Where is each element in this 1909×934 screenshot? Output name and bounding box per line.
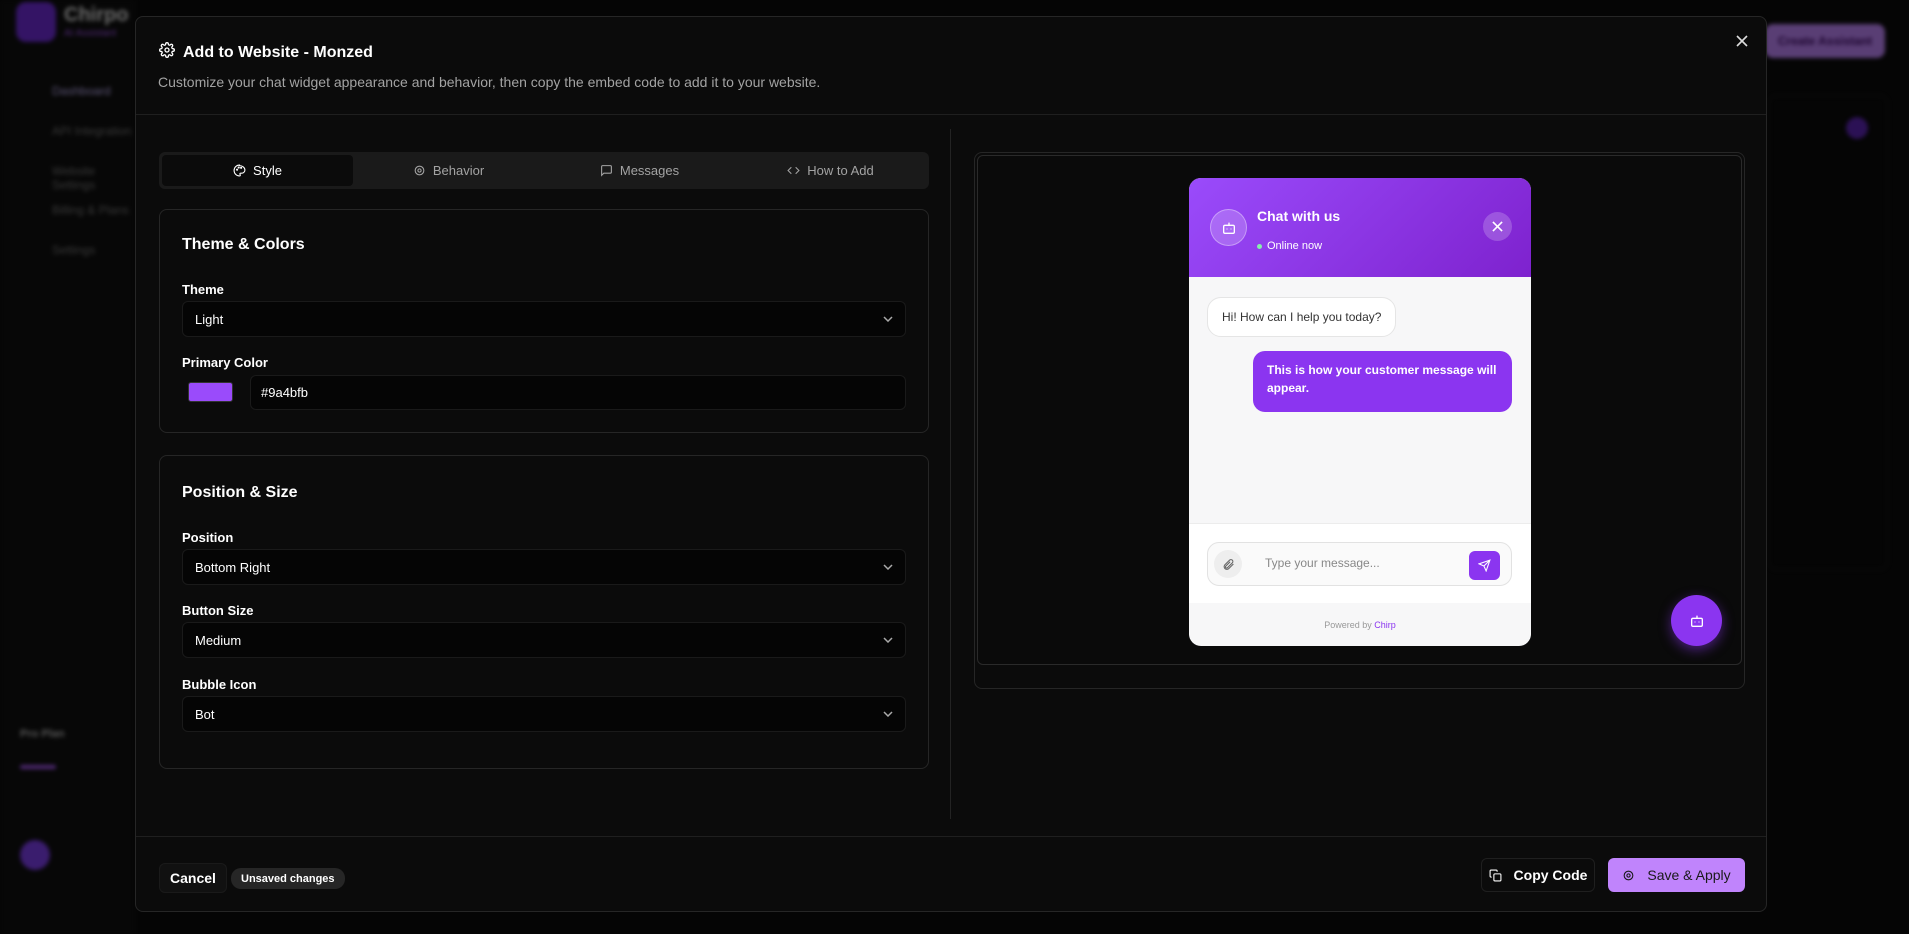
copy-code-button[interactable]: Copy Code — [1481, 858, 1595, 892]
position-label: Position — [182, 530, 234, 545]
tab-messages[interactable]: Messages — [544, 155, 735, 186]
primary-color-label: Primary Color — [182, 355, 268, 370]
button-size-select[interactable]: Medium — [182, 622, 906, 658]
tab-behavior[interactable]: Behavior — [353, 155, 544, 186]
bot-message: Hi! How can I help you today? — [1207, 297, 1397, 337]
color-swatch[interactable] — [188, 382, 233, 402]
dialog-header: Add to Website - Monzed Customize your c… — [136, 17, 1766, 115]
bot-avatar — [1210, 209, 1247, 246]
app-logo — [16, 2, 56, 42]
theme-value: Light — [195, 311, 224, 327]
card-title: Position & Size — [182, 484, 298, 501]
gear-icon — [159, 42, 175, 63]
send-button[interactable] — [1469, 551, 1500, 580]
cancel-button[interactable]: Cancel — [159, 863, 227, 893]
powered-prefix: Powered by — [1324, 620, 1372, 630]
save-apply-label: Save & Apply — [1647, 867, 1731, 883]
powered-brand: Chirp — [1374, 620, 1396, 630]
bubble-icon-select[interactable]: Bot — [182, 696, 906, 732]
widget-preview-panel: Chat with us Online now Hi! How can I he… — [974, 152, 1745, 689]
widget-message-input[interactable]: Type your message... — [1207, 542, 1512, 586]
dialog-description: Customize your chat widget appearance an… — [158, 74, 821, 90]
gear-icon — [1623, 870, 1634, 880]
widget-title: Chat with us — [1257, 208, 1341, 224]
message-icon — [600, 165, 612, 177]
paperclip-icon — [1223, 558, 1234, 570]
position-select[interactable]: Bottom Right — [182, 549, 906, 585]
theme-select[interactable]: Light — [182, 301, 906, 337]
chevron-down-icon — [883, 564, 893, 570]
theme-colors-card: Theme & Colors Theme Light Primary Color — [159, 209, 929, 433]
save-apply-button[interactable]: Save & Apply — [1608, 858, 1745, 892]
widget-header: Chat with us Online now — [1189, 178, 1531, 277]
online-status: Online now — [1257, 240, 1322, 252]
dialog-title: Add to Website - Monzed — [183, 43, 373, 61]
user-message: This is how your customer message will a… — [1253, 351, 1512, 412]
send-icon — [1478, 559, 1491, 572]
background-sidebar: Chirpo AI Assistant Dashboard API Integr… — [0, 0, 135, 934]
chevron-down-icon — [883, 637, 893, 643]
button-size-value: Medium — [195, 632, 242, 648]
copy-icon — [1489, 869, 1502, 881]
gear-icon — [414, 165, 425, 176]
tab-label: Style — [253, 163, 282, 178]
app-brand: Chirpo — [64, 4, 129, 26]
position-value: Bottom Right — [195, 559, 271, 575]
dialog-footer: Cancel Unsaved changes Copy Code Save & … — [136, 836, 1766, 912]
widget-close-button[interactable] — [1483, 212, 1512, 241]
bot-icon — [1690, 615, 1703, 627]
sidebar-item-website: Website Settings — [52, 164, 96, 192]
powered-by: Powered by Chirp — [1189, 620, 1531, 630]
tab-label: Messages — [619, 163, 680, 178]
bot-icon — [1222, 222, 1235, 234]
create-assistant-button: Create Assistant — [1765, 24, 1885, 58]
card-title: Theme & Colors — [182, 236, 305, 253]
tab-label: Behavior — [432, 163, 485, 178]
close-icon — [1736, 35, 1748, 47]
settings-tabs: Style Behavior Messages How to Add — [159, 152, 929, 189]
sidebar-item-billing: Billing & Plans — [52, 203, 129, 217]
sidebar-item-api: API Integration — [52, 124, 132, 138]
status-text: Online now — [1267, 240, 1323, 252]
chevron-down-icon — [883, 711, 893, 717]
primary-color-input[interactable] — [250, 375, 906, 410]
attach-button[interactable] — [1214, 550, 1242, 578]
copy-code-label: Copy Code — [1513, 867, 1588, 883]
bubble-icon-value: Bot — [195, 706, 215, 722]
palette-icon — [233, 164, 246, 177]
chat-widget-preview: Chat with us Online now Hi! How can I he… — [1189, 178, 1531, 646]
tab-label: How to Add — [807, 163, 874, 178]
bubble-icon-label: Bubble Icon — [182, 677, 257, 692]
panel-divider — [950, 129, 951, 819]
avatar — [20, 840, 50, 870]
sidebar-item-settings: Settings — [52, 243, 96, 257]
close-icon — [1492, 221, 1503, 232]
button-size-label: Button Size — [182, 603, 254, 618]
usage-bar — [20, 765, 56, 769]
chevron-down-icon — [883, 316, 893, 322]
tab-style[interactable]: Style — [162, 155, 353, 186]
position-size-card: Position & Size Position Bottom Right Bu… — [159, 455, 929, 769]
close-dialog-button[interactable] — [1732, 31, 1752, 51]
add-to-website-dialog: Add to Website - Monzed Customize your c… — [135, 16, 1767, 912]
plan-label: Pro Plan — [20, 728, 65, 740]
status-dot — [1257, 243, 1262, 249]
unsaved-changes-badge: Unsaved changes — [231, 868, 345, 889]
tab-how-to-add[interactable]: How to Add — [735, 155, 926, 186]
input-placeholder: Type your message... — [1265, 556, 1380, 570]
preview-canvas: Chat with us Online now Hi! How can I he… — [977, 155, 1742, 665]
app-brand-sub: AI Assistant — [64, 28, 117, 39]
theme-label: Theme — [182, 282, 224, 297]
background-panel — [1768, 95, 1888, 570]
code-icon — [787, 166, 800, 175]
sidebar-item-dashboard: Dashboard — [52, 84, 111, 98]
widget-input-area: Type your message... — [1189, 523, 1531, 603]
chat-launcher-button[interactable] — [1671, 595, 1722, 646]
